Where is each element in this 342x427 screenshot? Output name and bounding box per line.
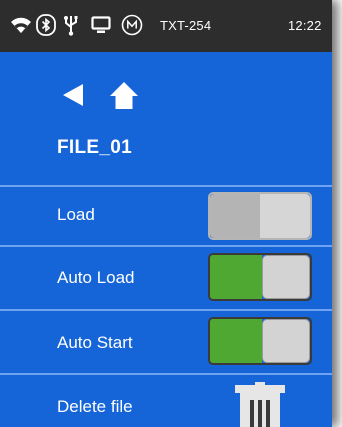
bluetooth-icon xyxy=(36,14,56,36)
device-name: TXT-254 xyxy=(160,18,212,33)
clock-time: 12:22 xyxy=(288,18,322,33)
load-toggle[interactable] xyxy=(208,192,312,240)
auto-start-toggle[interactable] xyxy=(208,317,312,365)
setting-label-load: Load xyxy=(57,205,95,224)
m-circle-icon xyxy=(121,14,143,36)
divider xyxy=(0,185,332,187)
usb-icon xyxy=(64,16,78,36)
wifi-icon xyxy=(11,17,31,33)
home-icon[interactable] xyxy=(109,81,139,110)
app-screen: TXT-254 12:22 FILE_01 Load Auto Load Aut… xyxy=(0,0,332,427)
auto-load-toggle[interactable] xyxy=(208,253,312,301)
page-title: FILE_01 xyxy=(57,137,132,158)
status-bar: TXT-254 12:22 xyxy=(0,0,332,52)
divider xyxy=(0,309,332,311)
divider xyxy=(0,245,332,247)
setting-label-auto-load: Auto Load xyxy=(57,268,135,287)
setting-label-delete-file: Delete file xyxy=(57,397,133,416)
divider xyxy=(0,373,332,375)
back-arrow-icon[interactable] xyxy=(62,83,84,107)
trash-icon[interactable] xyxy=(235,382,285,427)
setting-label-auto-start: Auto Start xyxy=(57,333,133,352)
monitor-icon xyxy=(91,16,111,33)
